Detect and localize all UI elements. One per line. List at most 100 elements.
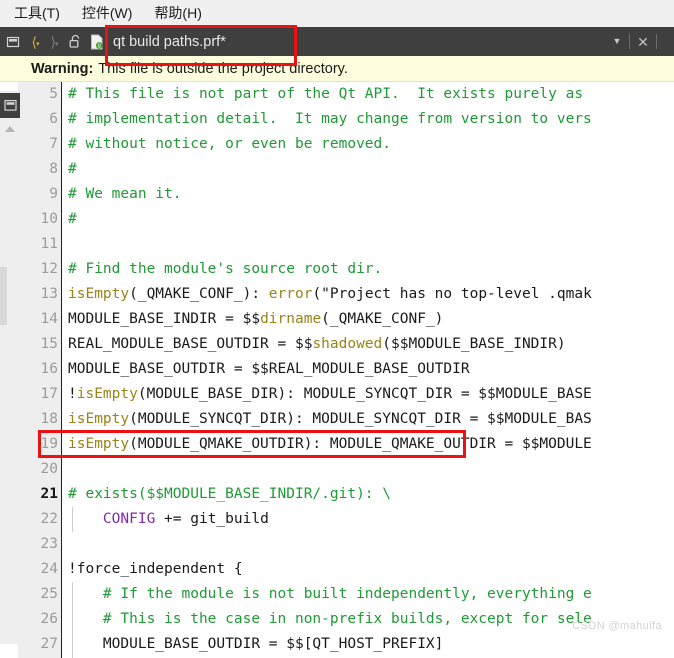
code-line[interactable]: MODULE_BASE_INDIR = $$dirname(_QMAKE_CON… — [63, 307, 443, 332]
code-token: error — [268, 286, 313, 302]
code-token: += git_build — [155, 511, 269, 527]
code-line[interactable] — [63, 532, 68, 557]
code-token: ! — [68, 386, 77, 402]
line-number: 27 — [40, 636, 58, 652]
code-token: # If the module is not built independent… — [68, 586, 592, 602]
code-token: # without notice, or even be removed. — [68, 136, 392, 152]
code-token: # Find the module's source root dir. — [68, 261, 383, 277]
line-number: 7 — [49, 136, 58, 152]
code-token: (MODULE_QMAKE_OUTDIR): MODULE_QMAKE_OUTD… — [129, 436, 592, 452]
line-number: 17 — [40, 386, 58, 402]
editor-left-strip — [0, 82, 18, 658]
code-token: (MODULE_BASE_DIR): MODULE_SYNCQT_DIR = $… — [137, 386, 592, 402]
code-token: shadowed — [312, 336, 383, 352]
code-token: ($$MODULE_BASE_INDIR) — [382, 336, 566, 352]
code-line[interactable]: MODULE_BASE_OUTDIR = $$REAL_MODULE_BASE_… — [63, 357, 470, 382]
code-line[interactable] — [63, 457, 68, 482]
line-number: 13 — [40, 286, 58, 302]
editor-left-strip-bottom — [0, 644, 18, 658]
line-number: 16 — [40, 361, 58, 377]
toolbar-separator-2 — [656, 34, 657, 49]
navigate-forward-icon[interactable]: ⟩ ▾ — [45, 35, 64, 49]
code-line[interactable]: isEmpty(_QMAKE_CONF_): error("Project ha… — [63, 282, 592, 307]
line-number: 5 — [49, 86, 58, 102]
split-panel-icon[interactable] — [2, 35, 23, 49]
code-line[interactable]: !isEmpty(MODULE_BASE_DIR): MODULE_SYNCQT… — [63, 382, 592, 407]
code-line[interactable]: # We mean it. — [63, 182, 182, 207]
code-line[interactable]: MODULE_BASE_OUTDIR = $$[QT_HOST_PREFIX] — [63, 632, 443, 657]
code-line[interactable]: CONFIG += git_build — [63, 507, 269, 532]
code-token: !force_independent { — [68, 561, 243, 577]
code-line[interactable]: # — [63, 157, 77, 182]
line-number: 6 — [49, 111, 58, 127]
qt-file-icon: Q — [87, 34, 107, 50]
code-token: MODULE_BASE_OUTDIR = $$[QT_HOST_PREFIX] — [68, 636, 444, 652]
line-number: 9 — [49, 186, 58, 202]
menu-item-tools[interactable]: 工具(T) — [14, 3, 60, 23]
code-line[interactable]: isEmpty(MODULE_QMAKE_OUTDIR): MODULE_QMA… — [63, 432, 592, 457]
line-number: 12 — [40, 261, 58, 277]
code-token: CONFIG — [102, 511, 156, 527]
line-number: 22 — [40, 511, 58, 527]
line-number: 23 — [40, 536, 58, 552]
chevron-down-icon[interactable]: ▼ — [610, 37, 624, 46]
line-number: 19 — [40, 436, 58, 452]
menu-bar: 工具(T) 控件(W) 帮助(H) — [0, 0, 674, 27]
code-line[interactable]: # Find the module's source root dir. — [63, 257, 382, 282]
close-icon[interactable]: ✕ — [635, 35, 651, 49]
unlocked-padlock-icon[interactable] — [64, 34, 86, 49]
line-number: 21 — [40, 486, 58, 502]
line-number: 15 — [40, 336, 58, 352]
code-line[interactable] — [63, 232, 68, 257]
warning-message: This file is outside the project directo… — [98, 60, 348, 77]
left-drag-handle[interactable] — [0, 267, 7, 325]
code-token: isEmpty — [68, 286, 130, 302]
code-token: isEmpty — [76, 386, 138, 402]
navigate-back-icon[interactable]: ⟨ ▾ — [26, 35, 45, 49]
open-file-name[interactable]: qt build paths.prf* — [113, 34, 226, 50]
editor-toolbar: ⟨ ▾ ⟩ ▾ Q qt build paths.prf* ▼ ✕ — [0, 27, 674, 56]
code-token: # This is the case in non-prefix builds,… — [68, 611, 592, 627]
code-line[interactable]: # — [63, 207, 77, 232]
code-line[interactable]: # This is the case in non-prefix builds,… — [63, 607, 592, 632]
code-line[interactable]: # If the module is not built independent… — [63, 582, 592, 607]
scroll-up-arrow-icon[interactable] — [5, 126, 15, 132]
code-token: (MODULE_SYNCQT_DIR): MODULE_SYNCQT_DIR =… — [129, 411, 592, 427]
menu-item-widgets[interactable]: 控件(W) — [82, 3, 133, 23]
code-line[interactable]: # This file is not part of the Qt API. I… — [63, 82, 592, 107]
code-token: # — [68, 161, 77, 177]
code-editor[interactable]: 5 # This file is not part of the Qt API. … — [0, 82, 674, 658]
editor-left-strip-top — [0, 82, 18, 91]
watermark: CSDN @mahuifa — [572, 620, 662, 632]
line-number: 26 — [40, 611, 58, 627]
line-number: 11 — [40, 236, 58, 252]
code-token: # implementation detail. It may change f… — [68, 111, 592, 127]
code-token: ("Project has no top-level .qmak — [312, 286, 592, 302]
warning-label: Warning: — [31, 60, 94, 77]
code-token: (_QMAKE_CONF_) — [321, 311, 444, 327]
code-token: REAL_MODULE_BASE_OUTDIR = $$ — [68, 336, 313, 352]
code-token: MODULE_BASE_OUTDIR = $$REAL_MODULE_BASE_… — [68, 361, 470, 377]
line-number: 10 — [40, 211, 58, 227]
code-token: # exists($$MODULE_BASE_INDIR/.git): \ — [68, 486, 392, 502]
code-line[interactable]: isEmpty(MODULE_SYNCQT_DIR): MODULE_SYNCQ… — [63, 407, 592, 432]
warning-bar: Warning: This file is outside the projec… — [0, 56, 674, 82]
code-line[interactable]: !force_independent { — [63, 557, 243, 582]
code-line[interactable]: # implementation detail. It may change f… — [63, 107, 592, 132]
code-token: isEmpty — [68, 411, 130, 427]
line-number: 24 — [40, 561, 58, 577]
line-number: 14 — [40, 311, 58, 327]
panel-toggle-icon[interactable] — [0, 93, 20, 118]
code-line[interactable]: # without notice, or even be removed. — [63, 132, 391, 157]
code-token: (_QMAKE_CONF_): — [129, 286, 269, 302]
menu-item-help[interactable]: 帮助(H) — [154, 3, 201, 23]
code-line[interactable]: # exists($$MODULE_BASE_INDIR/.git): \ — [63, 482, 391, 507]
code-token: isEmpty — [68, 436, 130, 452]
code-line[interactable]: REAL_MODULE_BASE_OUTDIR = $$shadowed($$M… — [63, 332, 566, 357]
code-token: # — [68, 211, 77, 227]
line-number: 8 — [49, 161, 58, 177]
code-token: # This file is not part of the Qt API. I… — [68, 86, 592, 102]
svg-text:Q: Q — [98, 43, 101, 49]
line-number: 18 — [40, 411, 58, 427]
